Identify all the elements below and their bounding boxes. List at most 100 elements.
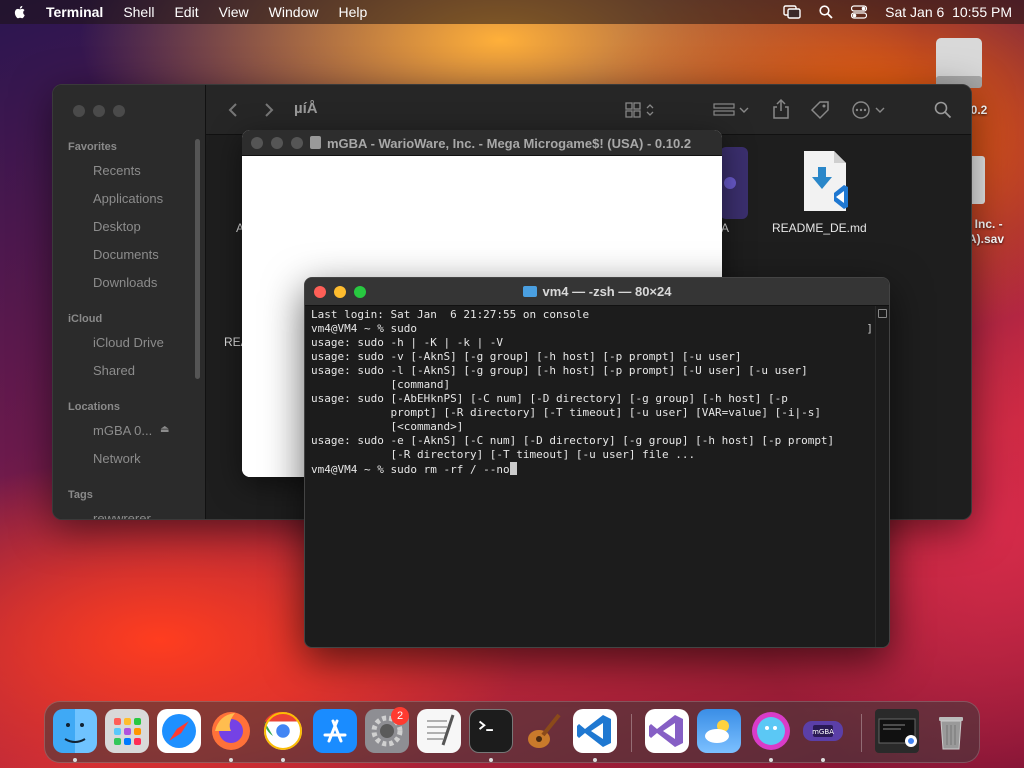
- markdown-file-icon[interactable]: [796, 149, 856, 213]
- icon-view-grid-icon[interactable]: [625, 101, 657, 119]
- sidebar-item-applications[interactable]: Applications: [93, 191, 163, 206]
- terminal-cursor: [509, 462, 517, 475]
- sidebar-item-network[interactable]: Network: [93, 451, 141, 466]
- finder-minimize-button[interactable]: [93, 105, 105, 117]
- terminal-icon[interactable]: [469, 709, 513, 753]
- terminal-line: usage: sudo -h | -K | -k | -V: [311, 336, 504, 349]
- app-store-icon[interactable]: [313, 709, 357, 753]
- dock-separator: [861, 714, 862, 752]
- sidebar-item-icloud-drive[interactable]: iCloud Drive: [93, 335, 164, 350]
- sidebar-item-desktop[interactable]: Desktop: [93, 219, 141, 234]
- finder-toolbar: µíÅ: [206, 85, 971, 135]
- running-indicator: [489, 758, 493, 762]
- mgba-zoom-button[interactable]: [291, 137, 303, 149]
- terminal-split-icon[interactable]: [878, 309, 887, 318]
- selection-bracket: ]: [866, 322, 873, 335]
- terminal-line: prompt] [-R directory] [-T timeout] [-u …: [311, 406, 821, 419]
- sidebar-header-icloud: iCloud: [68, 313, 103, 325]
- visual-studio-icon[interactable]: [645, 709, 689, 753]
- menu-edit[interactable]: Edit: [174, 4, 198, 20]
- more-actions-icon[interactable]: [851, 100, 887, 120]
- textedit-icon[interactable]: [417, 709, 461, 753]
- mgba-close-button[interactable]: [251, 137, 263, 149]
- app-file-icon[interactable]: [720, 147, 748, 219]
- terminal-line: usage: sudo -l [-AknS] [-g group] [-h ho…: [311, 364, 808, 377]
- menu-app-name[interactable]: Terminal: [46, 4, 103, 20]
- apple-icon[interactable]: [12, 4, 28, 20]
- terminal-line: usage: sudo -v [-AknS] [-g group] [-h ho…: [311, 350, 742, 363]
- finder-search-icon[interactable]: [934, 101, 952, 119]
- menu-clock[interactable]: Sat Jan 6 10:55 PM: [885, 4, 1012, 20]
- sidebar-item-documents[interactable]: Documents: [93, 247, 159, 262]
- dock: 2 mGBA: [44, 701, 980, 763]
- menu-window[interactable]: Window: [269, 4, 319, 20]
- readme-file-label[interactable]: README_DE.md: [772, 221, 867, 235]
- sidebar-item-downloads[interactable]: Downloads: [93, 275, 157, 290]
- terminal-line: [<command>]: [311, 420, 464, 433]
- running-indicator: [769, 758, 773, 762]
- terminal-window-title: vm4 — -zsh — 80×24: [305, 284, 889, 299]
- terminal-prompt-text: vm4@VM4 ~ % sudo rm -rf / --no: [311, 463, 510, 476]
- terminal-line: [command]: [311, 378, 451, 391]
- sidebar-item-recents[interactable]: Recents: [93, 163, 141, 178]
- terminal-line: [-R directory] [-T timeout] [-u user] fi…: [311, 448, 696, 461]
- file-label-partial-app[interactable]: A: [721, 221, 729, 235]
- chrome-icon[interactable]: [261, 709, 305, 753]
- running-indicator: [821, 758, 825, 762]
- firefox-icon[interactable]: [209, 709, 253, 753]
- settings-update-badge: 2: [391, 707, 409, 725]
- instruments-icon[interactable]: [521, 709, 565, 753]
- finder-window-controls[interactable]: [73, 105, 125, 117]
- tag-icon[interactable]: [809, 99, 831, 121]
- terminal-scrollbar[interactable]: [875, 306, 889, 647]
- group-by-icon[interactable]: [713, 101, 751, 119]
- terminal-window: vm4 — -zsh — 80×24 Last login: Sat Jan 6…: [304, 277, 890, 648]
- svg-text:mGBA: mGBA: [812, 728, 834, 736]
- recent-window-icon[interactable]: [875, 709, 919, 753]
- finder-window-title: µíÅ: [294, 100, 318, 117]
- terminal-prompt-line[interactable]: vm4@VM4 ~ % sudo rm -rf / --no: [311, 462, 875, 477]
- finder-zoom-button[interactable]: [113, 105, 125, 117]
- sidebar-item-tag[interactable]: rewwrerer: [93, 511, 151, 519]
- mgba-window-controls[interactable]: [251, 137, 303, 149]
- weather-icon[interactable]: [697, 709, 741, 753]
- sidebar-item-shared[interactable]: Shared: [93, 363, 135, 378]
- menu-view[interactable]: View: [219, 4, 249, 20]
- terminal-line: usage: sudo [-AbEHknPS] [-C num] [-D dir…: [311, 392, 788, 405]
- finder-sidebar: Favorites Recents Applications Desktop D…: [53, 85, 206, 519]
- terminal-line: usage: sudo -e [-AknS] [-C num] [-D dire…: [311, 434, 835, 447]
- forward-chevron-icon[interactable]: [264, 102, 274, 118]
- spotlight-search-icon[interactable]: [819, 5, 833, 19]
- dock-separator: [631, 714, 632, 752]
- sidebar-item-mgba-volume[interactable]: mGBA 0...: [93, 423, 152, 438]
- trash-icon[interactable]: [929, 709, 973, 753]
- finder-icon[interactable]: [53, 709, 97, 753]
- finder-close-button[interactable]: [73, 105, 85, 117]
- sidebar-scrollbar[interactable]: [195, 139, 200, 379]
- running-indicator: [593, 758, 597, 762]
- mascot-app-icon[interactable]: [749, 709, 793, 753]
- menu-help[interactable]: Help: [338, 4, 367, 20]
- terminal-output[interactable]: Last login: Sat Jan 6 21:27:55 on consol…: [311, 308, 875, 647]
- launchpad-icon[interactable]: [105, 709, 149, 753]
- vscode-icon[interactable]: [573, 709, 617, 753]
- mgba-minimize-button[interactable]: [271, 137, 283, 149]
- mgba-window-title: mGBA - WarioWare, Inc. - Mega Microgame$…: [310, 135, 691, 151]
- control-center-icon[interactable]: [851, 5, 868, 19]
- mgba-titlebar[interactable]: mGBA - WarioWare, Inc. - Mega Microgame$…: [242, 130, 722, 156]
- terminal-line: Last login: Sat Jan 6 21:27:55 on consol…: [311, 308, 590, 321]
- safari-icon[interactable]: [157, 709, 201, 753]
- back-chevron-icon[interactable]: [228, 102, 238, 118]
- share-icon[interactable]: [772, 98, 790, 120]
- running-indicator: [73, 758, 77, 762]
- terminal-titlebar[interactable]: vm4 — -zsh — 80×24: [305, 278, 889, 306]
- mgba-icon[interactable]: mGBA: [801, 709, 845, 753]
- running-indicator: [281, 758, 285, 762]
- screen-mirroring-icon[interactable]: [783, 5, 801, 19]
- save-file-label: , Inc. - A).sav: [968, 217, 1005, 246]
- sidebar-header-favorites: Favorites: [68, 141, 117, 153]
- eject-icon[interactable]: ⏏: [160, 424, 169, 435]
- menu-shell[interactable]: Shell: [123, 4, 154, 20]
- running-indicator: [229, 758, 233, 762]
- document-icon: [310, 136, 321, 149]
